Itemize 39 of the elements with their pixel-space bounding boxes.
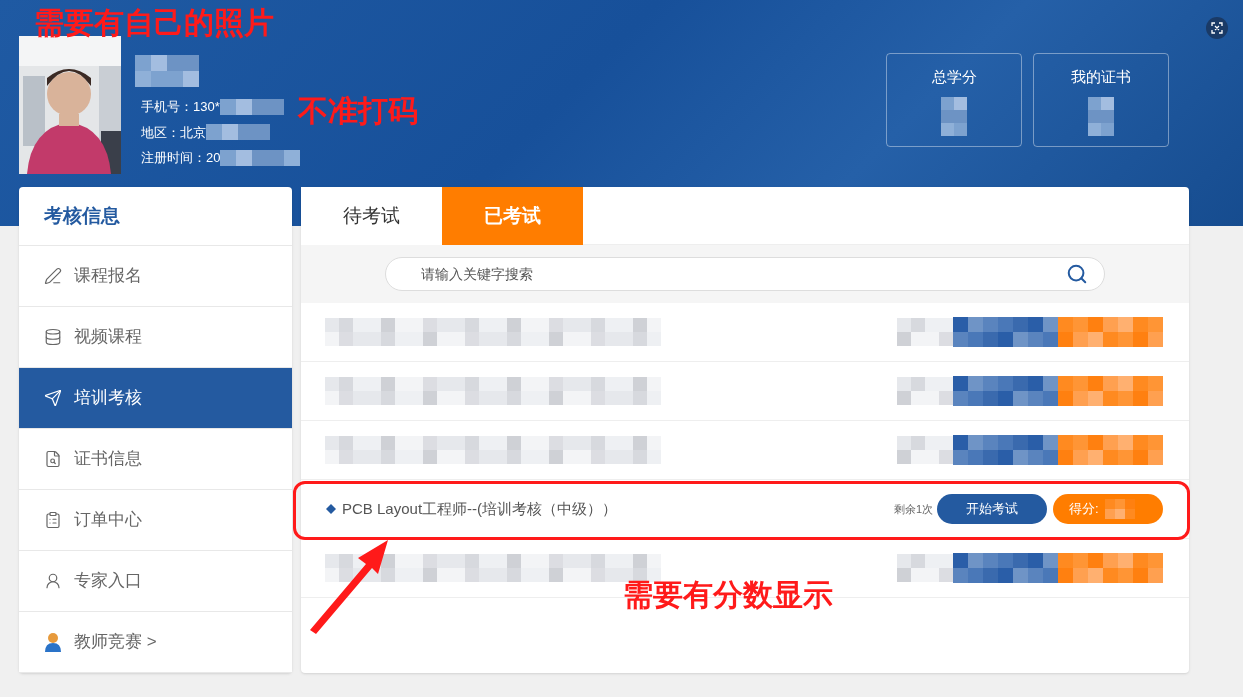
annotation-text: 需要有分数显示: [623, 580, 833, 610]
stat-label: 我的证书: [1071, 67, 1131, 87]
fullscreen-icon: [1211, 22, 1223, 34]
remaining-attempts: 剩余1次: [893, 501, 933, 517]
start-exam-button[interactable]: 开始考试: [937, 494, 1047, 524]
pixelated-name: [135, 55, 199, 87]
menu-icon: [44, 389, 62, 407]
pixelated-score: [1104, 499, 1135, 519]
stat-card[interactable]: 总学分: [886, 53, 1022, 147]
pixelated-value: [1088, 96, 1114, 136]
region-text: 地区：北京: [141, 123, 206, 142]
annotation-text: 不准打码: [298, 96, 418, 126]
registration-time: 注册时间：20: [141, 149, 221, 167]
menu-icon: [44, 328, 62, 346]
pixelated-area: [219, 98, 284, 115]
sidebar-title: 考核信息: [44, 203, 120, 228]
search-icon: [1066, 263, 1088, 285]
sidebar-item[interactable]: 课程报名: [19, 246, 292, 307]
search-bar[interactable]: 请输入关键字搜索: [385, 257, 1105, 291]
diamond-icon: [326, 504, 336, 514]
sidebar-item[interactable]: 视频课程: [19, 307, 292, 368]
menu-icon: [44, 511, 62, 529]
stat-card[interactable]: 我的证书: [1033, 53, 1169, 147]
menu-icon: [44, 267, 62, 285]
sidebar-item[interactable]: 专家入口: [19, 551, 292, 612]
phone-number: 手机号：130*: [141, 98, 220, 116]
exam-title: PCB Layout工程师--(培训考核（中级））: [342, 498, 618, 519]
person-icon: [44, 632, 62, 652]
tab[interactable]: 待考试: [301, 187, 442, 245]
sidebar-item[interactable]: 教师竞赛 >: [19, 612, 292, 673]
pixelated-area: [206, 124, 270, 141]
sidebar-item[interactable]: 订单中心: [19, 490, 292, 551]
stat-label: 总学分: [931, 67, 977, 87]
menu-icon: [44, 450, 62, 468]
pixelated-value: [941, 96, 967, 136]
sidebar-item[interactable]: 证书信息: [19, 429, 292, 490]
menu-icon: [44, 572, 62, 590]
sidebar-item[interactable]: 培训考核: [19, 368, 292, 429]
annotation-text: 需要有自己的照片: [34, 8, 274, 38]
